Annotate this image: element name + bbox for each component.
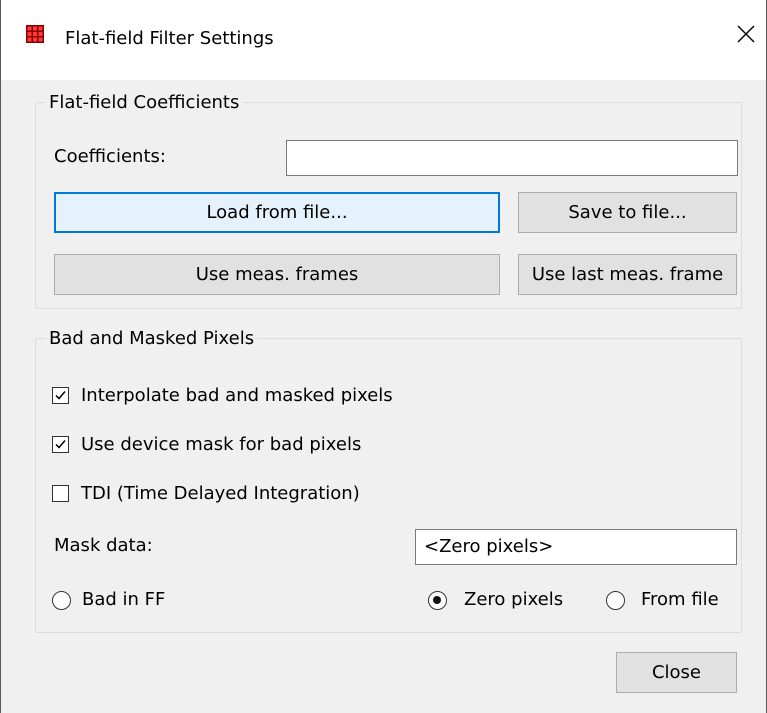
coefficients-group-legend: Flat-field Coefficients [49,92,240,113]
interpolate-checkbox[interactable] [52,387,69,404]
bad-in-ff-label: Bad in FF [82,589,166,610]
window-title: Flat-field Filter Settings [65,28,274,49]
interpolate-label: Interpolate bad and masked pixels [81,385,393,406]
device-mask-checkbox[interactable] [52,436,69,453]
title-bar: Flat-field Filter Settings [1,0,766,80]
close-button[interactable]: Close [616,652,737,693]
coefficients-label: Coefficients: [54,146,166,167]
checkmark-icon [55,440,66,449]
use-last-meas-frame-button[interactable]: Use last meas. frame [518,254,737,295]
bad-masked-pixels-group-legend: Bad and Masked Pixels [49,328,255,349]
from-file-radio[interactable] [606,591,625,610]
checkmark-icon [55,391,66,400]
device-mask-label: Use device mask for bad pixels [81,434,362,455]
app-grid-icon [26,25,44,43]
mask-data-label: Mask data: [54,535,153,556]
radio-selected-dot [433,596,441,604]
save-to-file-button[interactable]: Save to file... [518,192,737,233]
dialog-window: Flat-field Filter Settings Flat-field Co… [0,0,767,713]
tdi-label: TDI (Time Delayed Integration) [81,483,360,504]
zero-pixels-label: Zero pixels [464,589,564,610]
use-meas-frames-button[interactable]: Use meas. frames [54,254,500,295]
from-file-label: From file [641,589,719,610]
tdi-checkbox[interactable] [52,485,69,502]
bad-in-ff-radio[interactable] [52,591,71,610]
coefficients-field[interactable] [286,140,738,176]
load-from-file-button[interactable]: Load from file... [54,192,500,233]
close-icon[interactable] [736,24,756,44]
zero-pixels-radio[interactable] [428,591,447,610]
mask-data-field[interactable]: <Zero pixels> [415,529,737,565]
